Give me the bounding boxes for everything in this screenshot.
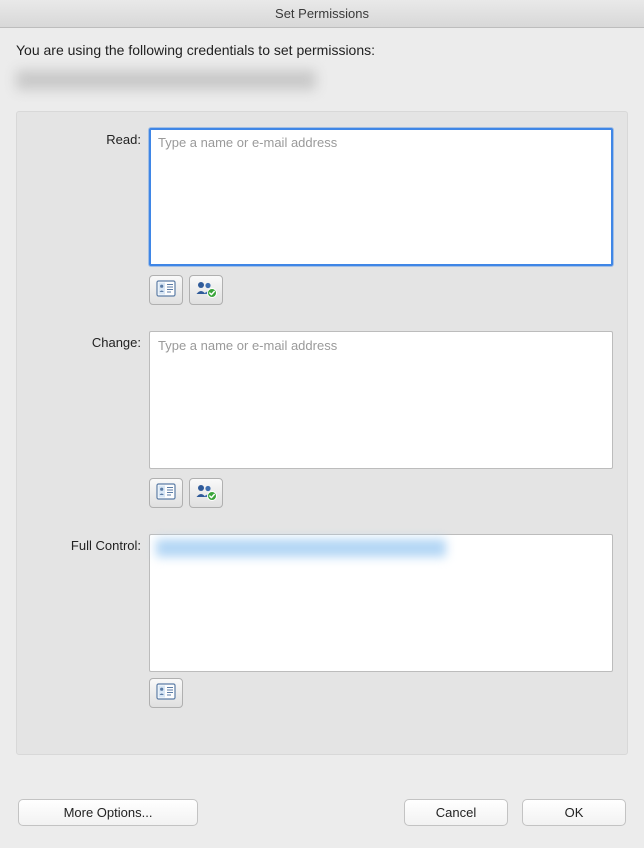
change-check-names-button[interactable] bbox=[189, 478, 223, 508]
read-address-book-button[interactable] bbox=[149, 275, 183, 305]
credential-value bbox=[16, 70, 316, 90]
permissions-panel: Read: bbox=[16, 111, 628, 755]
address-book-icon bbox=[156, 483, 176, 504]
change-address-book-button[interactable] bbox=[149, 478, 183, 508]
address-book-icon bbox=[156, 280, 176, 301]
cancel-button[interactable]: Cancel bbox=[404, 799, 508, 826]
address-book-icon bbox=[156, 683, 176, 704]
full-control-address-book-button[interactable] bbox=[149, 678, 183, 708]
read-label: Read: bbox=[31, 128, 149, 147]
ok-button[interactable]: OK bbox=[522, 799, 626, 826]
change-input[interactable] bbox=[149, 331, 613, 469]
full-control-entry[interactable] bbox=[156, 539, 446, 557]
read-check-names-button[interactable] bbox=[189, 275, 223, 305]
people-check-icon bbox=[195, 483, 217, 504]
window-title: Set Permissions bbox=[0, 0, 644, 28]
intro-text: You are using the following credentials … bbox=[16, 42, 628, 58]
people-check-icon bbox=[195, 280, 217, 301]
read-input[interactable] bbox=[149, 128, 613, 266]
change-label: Change: bbox=[31, 331, 149, 350]
full-control-input[interactable] bbox=[149, 534, 613, 672]
full-control-label: Full Control: bbox=[31, 534, 149, 553]
more-options-button[interactable]: More Options... bbox=[18, 799, 198, 826]
dialog-footer: More Options... Cancel OK bbox=[0, 785, 644, 848]
